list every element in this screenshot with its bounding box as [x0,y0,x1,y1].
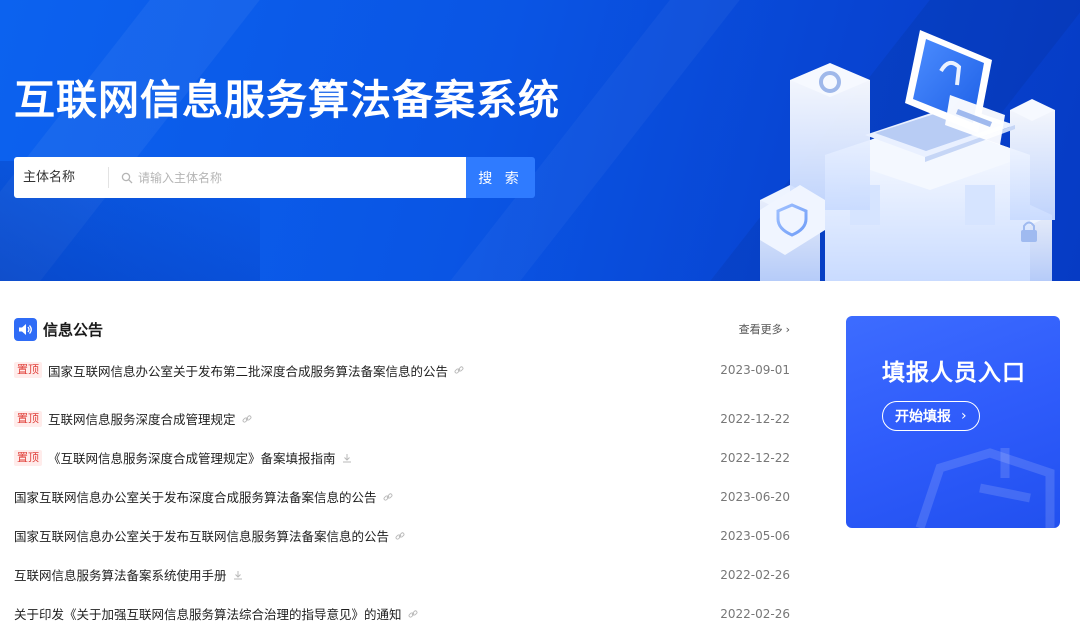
chevron-right-icon: › [785,322,790,336]
link-icon [242,414,252,424]
notice-link-text[interactable]: 国家互联网信息办公室关于发布互联网信息服务算法备案信息的公告 [14,526,389,545]
notice-date: 2023-05-06 [720,528,790,543]
notice-row[interactable]: 国家互联网信息办公室关于发布深度合成服务算法备案信息的公告 2023-06-20 [14,477,790,516]
start-filing-label: 开始填报 [895,409,951,425]
search-input[interactable] [138,170,438,185]
notice-date: 2022-12-22 [720,411,790,426]
site-title: 互联网信息服务算法备案系统 [14,76,560,124]
notice-row-content: 置顶 《互联网信息服务深度合成管理规定》备案填报指南 [14,448,352,467]
download-icon [342,453,352,463]
notice-section: 信息公告 查看更多 › 置顶 国家互联网信息办公室关于发布第二批深度合成服务算法备… [14,316,790,633]
notice-row[interactable]: 置顶 《互联网信息服务深度合成管理规定》备案填报指南 2022-12-22 [14,438,790,477]
notice-link-text[interactable]: 互联网信息服务深度合成管理规定 [48,409,236,428]
notice-link-text[interactable]: 关于印发《关于加强互联网信息服务算法综合治理的指导意见》的通知 [14,604,402,623]
pinned-badge: 置顶 [14,449,42,466]
notice-row-content: 国家互联网信息办公室关于发布互联网信息服务算法备案信息的公告 [14,526,405,545]
security-laptop-illustration [760,30,1055,281]
notice-list: 置顶 国家互联网信息办公室关于发布第二批深度合成服务算法备案信息的公告 2023-0… [14,360,790,633]
filer-entry-card[interactable]: 填报人员入口 开始填报 › [846,316,1060,528]
search-field[interactable] [109,157,466,198]
light-beam [450,0,740,281]
notice-header: 信息公告 查看更多 › [14,316,790,342]
notice-row[interactable]: 互联网信息服务算法备案系统使用手册 2022-02-26 [14,555,790,594]
notice-date: 2022-12-22 [720,450,790,465]
chevron-right-icon: › [961,408,967,424]
notice-header-left: 信息公告 [14,317,104,341]
link-icon [408,609,418,619]
notice-row-content: 置顶 国家互联网信息办公室关于发布第二批深度合成服务算法备案信息的公告 [14,361,464,380]
notice-row[interactable]: 置顶 国家互联网信息办公室关于发布第二批深度合成服务算法备案信息的公告 2023-0… [14,360,790,380]
notice-row-content: 关于印发《关于加强互联网信息服务算法综合治理的指导意见》的通知 [14,604,418,623]
link-icon [383,492,393,502]
pinned-badge: 置顶 [14,410,42,427]
notice-link-text[interactable]: 国家互联网信息办公室关于发布第二批深度合成服务算法备案信息的公告 [48,361,448,380]
search-type-selector[interactable]: 主体名称 [14,157,109,198]
hero-banner: 互联网信息服务算法备案系统 主体名称 搜 索 [0,0,1080,281]
notice-row-content: 互联网信息服务算法备案系统使用手册 [14,565,243,584]
notice-title: 信息公告 [43,320,104,339]
notice-row[interactable]: 国家互联网信息办公室关于发布互联网信息服务算法备案信息的公告 2023-05-06 [14,516,790,555]
download-icon [233,570,243,580]
notice-link-text[interactable]: 《互联网信息服务深度合成管理规定》备案填报指南 [48,448,336,467]
search-icon [121,172,133,183]
start-filing-button[interactable]: 开始填报 › [882,401,980,431]
search-button[interactable]: 搜 索 [466,157,535,198]
notice-date: 2022-02-26 [720,567,790,582]
notice-date: 2022-02-26 [720,606,790,621]
entry-title: 填报人员入口 [882,360,1026,386]
notice-date: 2023-06-20 [720,489,790,504]
notice-row[interactable]: 关于印发《关于加强互联网信息服务算法综合治理的指导意见》的通知 2022-02-2… [14,594,790,633]
speaker-icon [14,317,37,341]
search-bar: 主体名称 搜 索 [14,157,535,198]
notice-link-text[interactable]: 国家互联网信息办公室关于发布深度合成服务算法备案信息的公告 [14,487,377,506]
notice-row-content: 置顶 互联网信息服务深度合成管理规定 [14,409,252,428]
view-more-label: 查看更多 [738,323,783,336]
notice-row-content: 国家互联网信息办公室关于发布深度合成服务算法备案信息的公告 [14,487,393,506]
link-icon [454,365,464,375]
notice-row[interactable]: 置顶 互联网信息服务深度合成管理规定 2022-12-22 [14,399,790,438]
building-watermark-icon [915,448,1055,528]
pinned-badge: 置顶 [14,362,42,378]
notice-link-text[interactable]: 互联网信息服务算法备案系统使用手册 [14,565,227,584]
link-icon [395,531,405,541]
notice-date: 2023-09-01 [720,363,790,377]
view-more-link[interactable]: 查看更多 › [739,321,790,337]
